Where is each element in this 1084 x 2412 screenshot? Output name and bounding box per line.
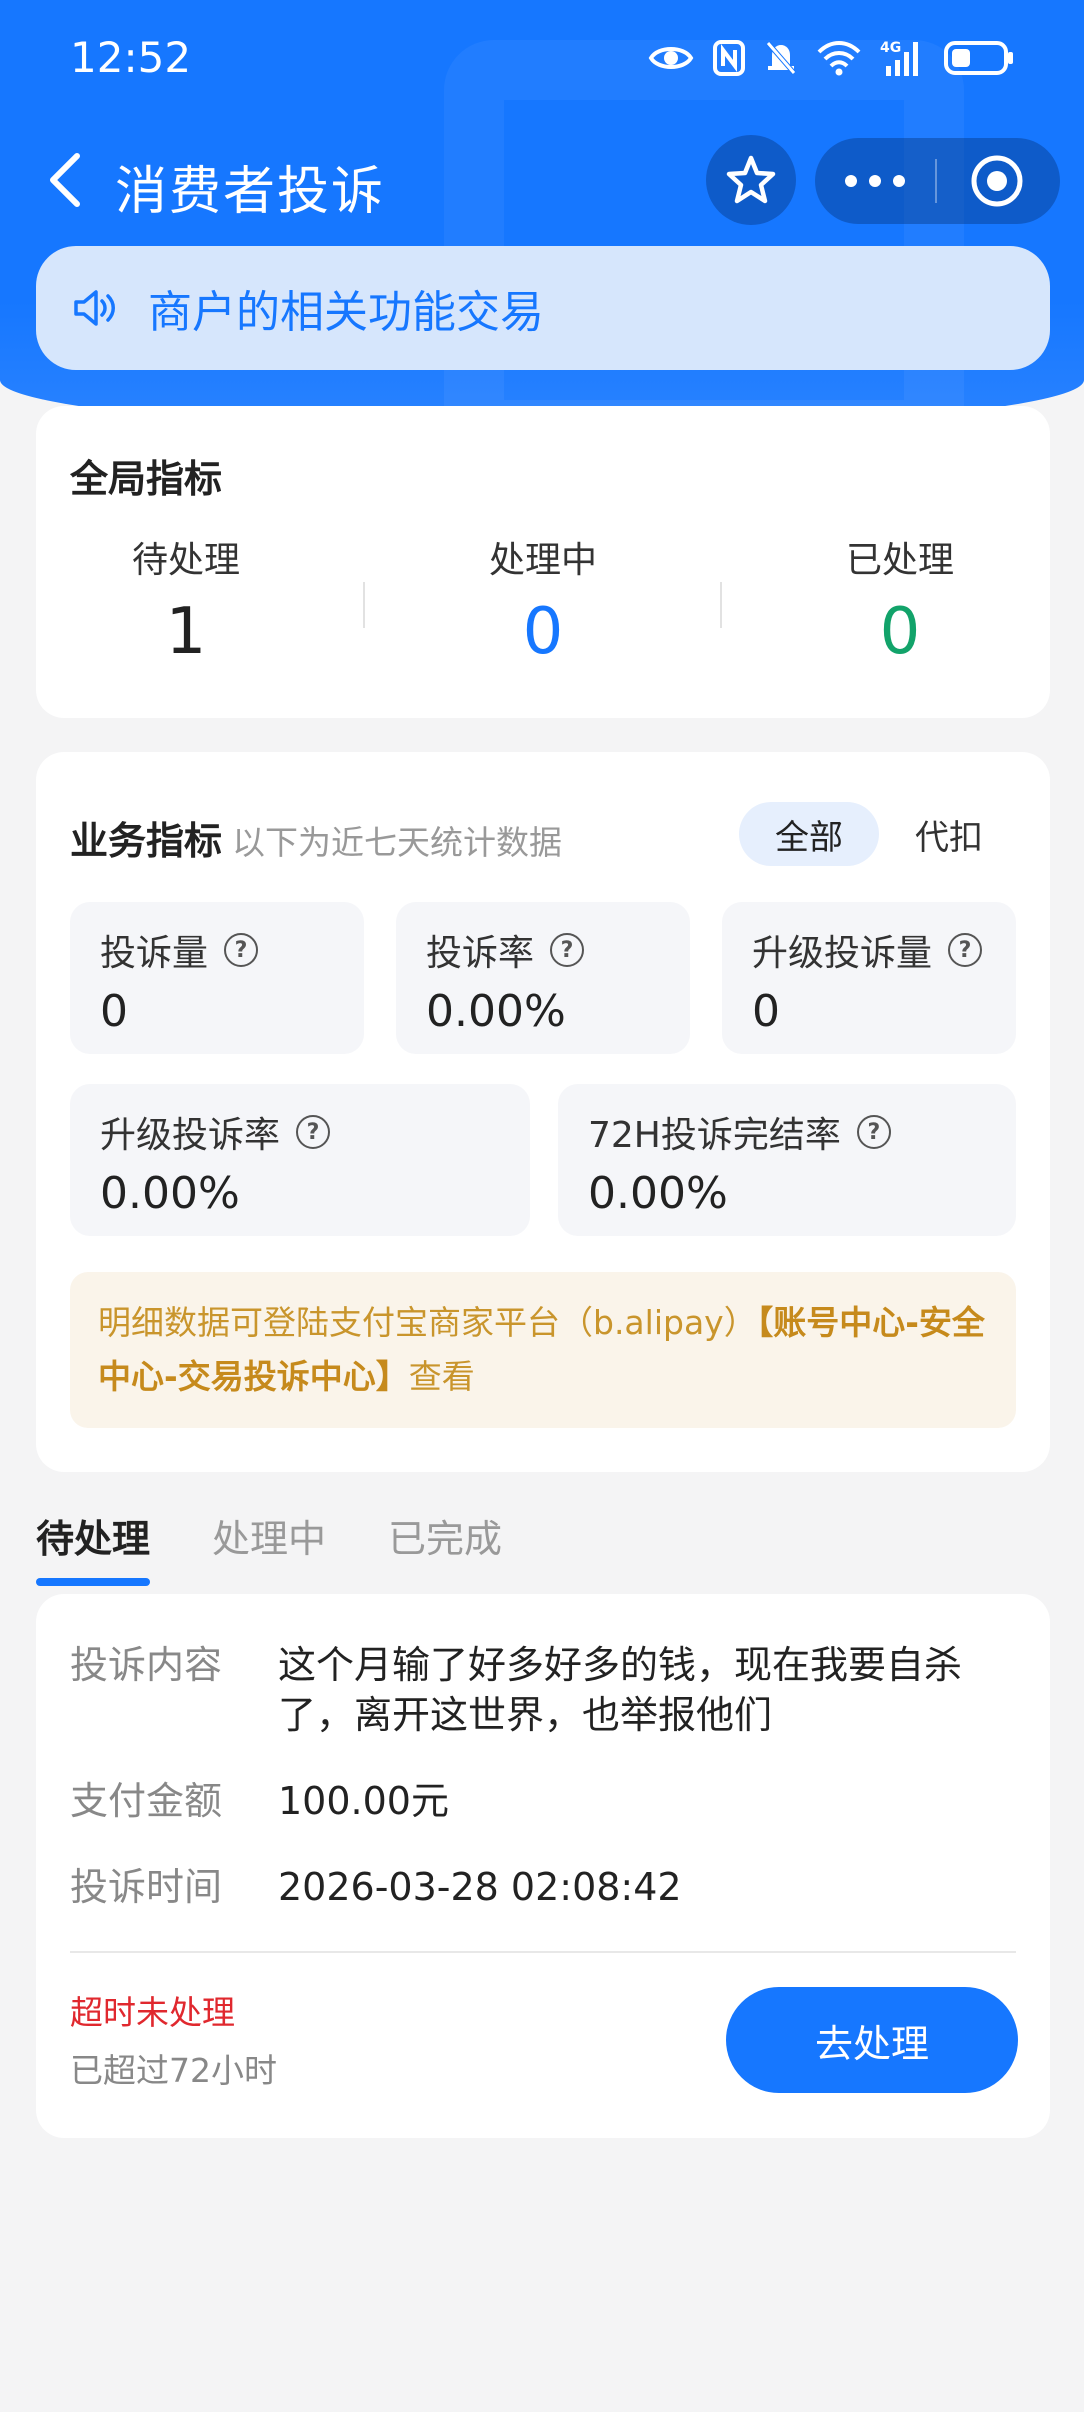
tip-text: 明细数据可登陆支付宝商家平台（b.alipay）	[98, 1303, 757, 1342]
help-icon[interactable]: ?	[948, 933, 983, 967]
stat-escalated-rate: 升级投诉率? 0.00%	[70, 1084, 530, 1236]
divider	[70, 1951, 1016, 1953]
stat-escalated-count: 升级投诉量? 0	[722, 902, 1016, 1054]
metric-label: 处理中	[488, 540, 597, 581]
wifi-icon	[816, 40, 862, 76]
business-metrics-title-row: 业务指标 以下为近七天统计数据	[70, 810, 562, 865]
help-icon[interactable]: ?	[296, 1115, 331, 1149]
status-bar: 12:52 4G	[0, 0, 1084, 115]
stat-label: 升级投诉率	[100, 1115, 281, 1156]
help-icon[interactable]: ?	[856, 1115, 891, 1149]
metric-processed[interactable]: 已处理 0	[750, 531, 1050, 669]
metric-pending[interactable]: 待处理 1	[36, 531, 336, 669]
help-icon[interactable]: ?	[224, 933, 259, 967]
business-metrics-card: 业务指标 以下为近七天统计数据 全部 代扣 投诉量? 0 投诉率? 0.00% 升…	[36, 752, 1050, 1472]
metric-divider	[720, 582, 722, 628]
stat-value: 0.00%	[588, 1168, 728, 1219]
help-icon[interactable]: ?	[550, 933, 585, 967]
tab-pending[interactable]: 待处理	[36, 1500, 151, 1586]
payment-amount: 100.00元	[278, 1779, 449, 1823]
notice-bar[interactable]: 商户的相关功能交易	[36, 246, 1050, 370]
overdue-duration: 已超过72小时	[70, 2051, 277, 2090]
signal-icon: 4G	[880, 38, 926, 78]
speaker-icon	[74, 290, 115, 326]
global-metrics-card: 全局指标 待处理 1 处理中 0 已处理 0	[36, 406, 1050, 718]
payment-amount-row: 支付金额 100.00元	[70, 1776, 1018, 1826]
star-icon	[726, 155, 776, 204]
close-mini-program-button[interactable]	[937, 138, 1057, 224]
field-label: 投诉时间	[70, 1865, 223, 1909]
stat-label: 投诉量	[100, 933, 209, 974]
segment-withhold[interactable]: 代扣	[894, 802, 1004, 866]
business-metrics-title: 业务指标	[70, 819, 223, 863]
complaint-card[interactable]: 投诉内容 这个月输了好多好多的钱，现在我要自杀了，离开这世界，也举报他们 支付金…	[36, 1594, 1050, 2138]
target-icon	[971, 155, 1023, 207]
notice-text: 商户的相关功能交易	[148, 287, 544, 338]
metric-value: 0	[879, 595, 921, 669]
metric-label: 已处理	[845, 540, 954, 581]
page-title: 消费者投诉	[115, 162, 386, 222]
mini-program-capsule	[815, 138, 1060, 224]
mute-bell-icon	[764, 39, 798, 77]
platform-tip: 明细数据可登陆支付宝商家平台（b.alipay）【账号中心-安全中心-交易投诉中…	[70, 1272, 1016, 1428]
stat-label: 投诉率	[426, 933, 535, 974]
segment-all[interactable]: 全部	[739, 802, 879, 866]
metric-processing[interactable]: 处理中 0	[393, 531, 693, 669]
complaint-content-row: 投诉内容 这个月输了好多好多的钱，现在我要自杀了，离开这世界，也举报他们	[70, 1640, 1018, 1740]
stat-complaint-count: 投诉量? 0	[70, 902, 364, 1054]
field-label: 支付金额	[70, 1779, 223, 1823]
status-tabs: 待处理 处理中 已完成	[36, 1500, 564, 1586]
handle-button[interactable]: 去处理	[726, 1987, 1018, 2093]
more-button[interactable]	[815, 138, 935, 224]
metric-label: 待处理	[131, 540, 240, 581]
metric-divider	[363, 582, 365, 628]
business-metrics-subtitle: 以下为近七天统计数据	[232, 823, 563, 862]
battery-icon	[944, 40, 1014, 76]
complaint-time-row: 投诉时间 2026-03-28 02:08:42	[70, 1862, 1018, 1912]
complaint-time: 2026-03-28 02:08:42	[278, 1865, 682, 1909]
stat-value: 0.00%	[100, 1168, 240, 1219]
chevron-left-icon	[50, 153, 80, 207]
global-metrics-title: 全局指标	[70, 457, 223, 501]
tip-view-link[interactable]: 查看	[409, 1357, 475, 1396]
tab-processing[interactable]: 处理中	[212, 1500, 326, 1570]
stat-value: 0	[100, 986, 128, 1037]
tab-completed[interactable]: 已完成	[388, 1500, 502, 1570]
more-dots-icon	[845, 175, 905, 187]
stat-complaint-rate: 投诉率? 0.00%	[396, 902, 690, 1054]
nfc-icon	[712, 39, 746, 77]
metric-value: 1	[165, 595, 207, 669]
stat-72h-completion-rate: 72H投诉完结率? 0.00%	[558, 1084, 1016, 1236]
stat-value: 0.00%	[426, 986, 566, 1037]
favorite-button[interactable]	[706, 135, 796, 225]
field-label: 投诉内容	[70, 1643, 223, 1687]
complaint-content: 这个月输了好多好多的钱，现在我要自杀了，离开这世界，也举报他们	[278, 1643, 963, 1737]
stat-label: 升级投诉量	[752, 933, 933, 974]
back-button[interactable]	[30, 145, 100, 215]
status-time: 12:52	[70, 33, 192, 82]
metric-value: 0	[522, 595, 564, 669]
svg-text:4G: 4G	[880, 40, 901, 56]
overdue-status: 超时未处理	[70, 1993, 235, 2032]
stat-value: 0	[752, 986, 780, 1037]
navigation-bar: 消费者投诉	[0, 135, 1084, 227]
stat-label: 72H投诉完结率	[588, 1115, 841, 1156]
eye-icon	[648, 41, 694, 75]
